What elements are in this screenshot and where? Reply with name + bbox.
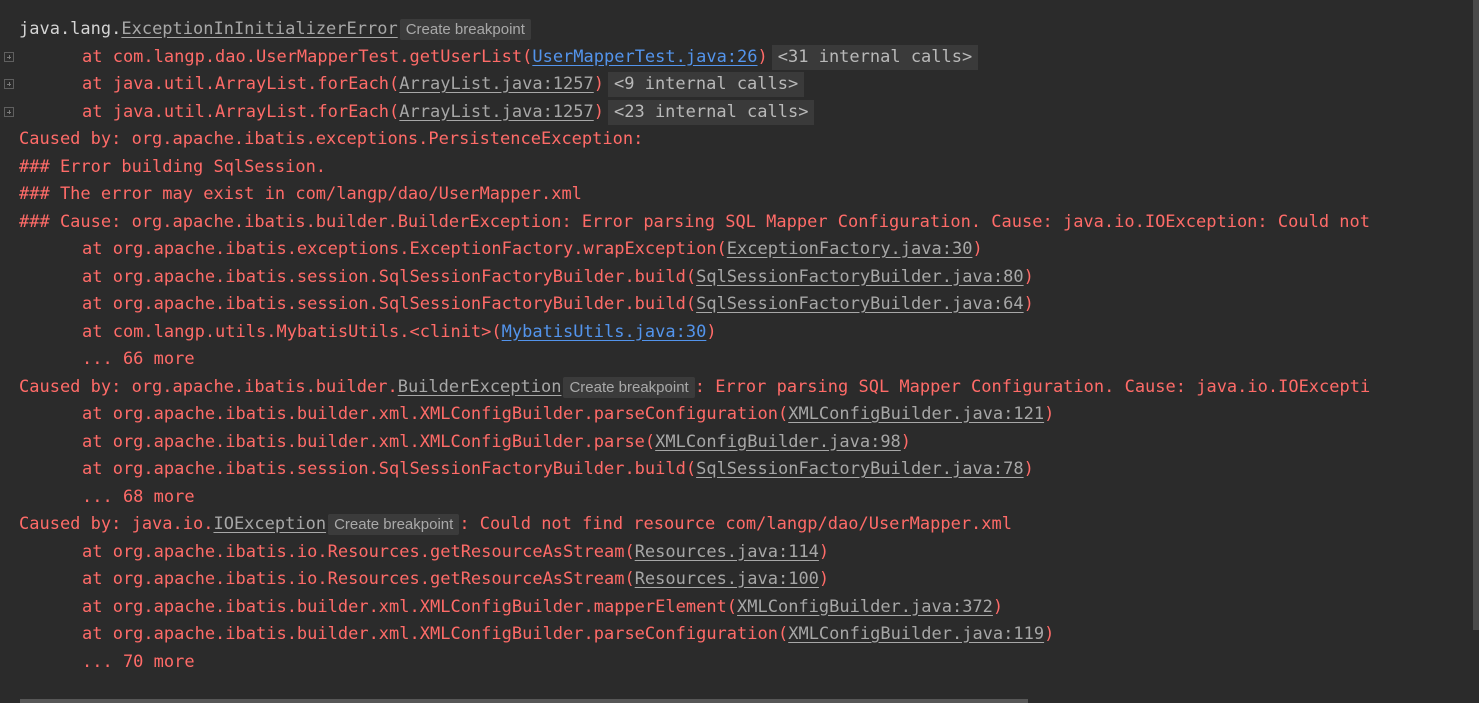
paren-close: ) bbox=[593, 101, 604, 122]
stack-frame-method: at org.apache.ibatis.exceptions.Exceptio… bbox=[82, 239, 727, 259]
internal-calls-fold[interactable]: <31 internal calls> bbox=[771, 44, 979, 70]
stack-frame-method: at org.apache.ibatis.session.SqlSessionF… bbox=[82, 266, 697, 287]
caused-by-prefix: Caused by: org.apache.ibatis.builder. bbox=[19, 376, 398, 397]
paren-close: ) bbox=[818, 541, 830, 562]
paren-close: ) bbox=[992, 596, 1004, 617]
caused-by-prefix: Caused by: java.io. bbox=[19, 514, 214, 534]
more-frames-line: ... 68 more bbox=[0, 484, 1473, 512]
source-link[interactable]: ArrayList.java:1257 bbox=[399, 74, 593, 94]
stack-frame-line: at java.util.ArrayList.forEach(ArrayList… bbox=[0, 99, 1473, 127]
stack-frame-method: at java.util.ArrayList.forEach( bbox=[82, 74, 400, 94]
stack-frame-method: at org.apache.ibatis.builder.xml.XMLConf… bbox=[82, 596, 738, 617]
internal-calls-fold[interactable]: <23 internal calls> bbox=[608, 99, 815, 125]
stack-frame-line: at org.apache.ibatis.exceptions.Exceptio… bbox=[0, 236, 1473, 264]
source-link[interactable]: XMLConfigBuilder.java:121 bbox=[788, 404, 1044, 424]
caused-by-line: Caused by: org.apache.ibatis.builder.Bui… bbox=[0, 374, 1473, 402]
source-link[interactable]: XMLConfigBuilder.java:119 bbox=[788, 624, 1044, 644]
caused-by-line: Caused by: org.apache.ibatis.exceptions.… bbox=[19, 129, 644, 149]
stack-frame-method: at java.util.ArrayList.forEach( bbox=[82, 101, 400, 122]
stack-frame-method: at org.apache.ibatis.builder.xml.XMLConf… bbox=[82, 431, 656, 452]
more-frames-line: ... 66 more bbox=[0, 346, 1473, 374]
paren-close: ) bbox=[818, 569, 830, 589]
stack-frame-method: at org.apache.ibatis.builder.xml.XMLConf… bbox=[82, 624, 789, 644]
stack-frame-method: at org.apache.ibatis.session.SqlSessionF… bbox=[82, 459, 697, 479]
source-link[interactable]: SqlSessionFactoryBuilder.java:78 bbox=[696, 459, 1024, 479]
vertical-scrollbar[interactable] bbox=[1473, 0, 1479, 630]
stack-frame-line: at org.apache.ibatis.builder.xml.XMLConf… bbox=[0, 429, 1473, 457]
caused-by-suffix: : Could not find resource com/langp/dao/… bbox=[459, 514, 1012, 534]
paren-close: ) bbox=[706, 321, 717, 342]
error-message-line: ### Error building SqlSession. bbox=[19, 156, 327, 177]
console-output: java.lang.ExceptionInInitializerError Cre… bbox=[0, 16, 1473, 686]
expand-icon[interactable] bbox=[4, 79, 14, 89]
source-link[interactable]: XMLConfigBuilder.java:372 bbox=[737, 597, 993, 617]
stack-frame-method: at org.apache.ibatis.session.SqlSessionF… bbox=[82, 294, 697, 314]
source-link[interactable]: ExceptionFactory.java:30 bbox=[727, 239, 973, 259]
stack-frame-line: at com.langp.dao.UserMapperTest.getUserL… bbox=[0, 44, 1473, 72]
stack-frame-line: at org.apache.ibatis.session.SqlSessionF… bbox=[0, 456, 1473, 484]
error-message-line: ### The error may exist in com/langp/dao… bbox=[19, 184, 582, 204]
exception-header-line: java.lang.ExceptionInInitializerError Cre… bbox=[0, 16, 1473, 44]
internal-calls-fold[interactable]: <9 internal calls> bbox=[608, 72, 805, 97]
more-frames-text: ... 70 more bbox=[82, 651, 195, 672]
expand-icon[interactable] bbox=[4, 51, 14, 62]
caused-by-suffix: : Error parsing SQL Mapper Configuration… bbox=[694, 376, 1371, 397]
source-link[interactable]: SqlSessionFactoryBuilder.java:80 bbox=[696, 267, 1024, 287]
exception-class-link[interactable]: BuilderException bbox=[398, 377, 562, 397]
stack-frame-line: at org.apache.ibatis.builder.xml.XMLConf… bbox=[0, 621, 1473, 649]
caused-by-line: Caused by: java.io.IOException Create bre… bbox=[0, 511, 1473, 539]
more-frames-text: ... 66 more bbox=[82, 349, 195, 369]
stack-frame-line: at org.apache.ibatis.io.Resources.getRes… bbox=[0, 539, 1473, 567]
stack-frame-line: at org.apache.ibatis.session.SqlSessionF… bbox=[0, 291, 1473, 319]
paren-close: ) bbox=[1044, 624, 1055, 644]
paren-close: ) bbox=[1023, 294, 1034, 314]
source-link[interactable]: XMLConfigBuilder.java:98 bbox=[655, 432, 901, 452]
exception-class-link[interactable]: IOException bbox=[213, 514, 326, 534]
stack-frame-method: at com.langp.utils.MybatisUtils.<clinit>… bbox=[82, 321, 502, 342]
source-link[interactable]: Resources.java:100 bbox=[635, 569, 819, 589]
paren-close: ) bbox=[1023, 266, 1034, 287]
create-breakpoint-button[interactable]: Create breakpoint bbox=[563, 376, 695, 398]
stack-frame-line: at com.langp.utils.MybatisUtils.<clinit>… bbox=[0, 319, 1473, 347]
paren-close: ) bbox=[900, 431, 912, 452]
more-frames-line: ... 70 more bbox=[0, 649, 1473, 677]
stack-frame-line: at java.util.ArrayList.forEach(ArrayList… bbox=[0, 71, 1473, 99]
paren-close: ) bbox=[1023, 459, 1034, 479]
stack-frame-line: at org.apache.ibatis.builder.xml.XMLConf… bbox=[0, 401, 1473, 429]
exception-package: java.lang. bbox=[19, 19, 122, 39]
stack-frame-method: at org.apache.ibatis.io.Resources.getRes… bbox=[82, 569, 635, 589]
source-link[interactable]: SqlSessionFactoryBuilder.java:64 bbox=[696, 294, 1024, 314]
error-message-line: ### Cause: org.apache.ibatis.builder.Bui… bbox=[19, 211, 1371, 232]
more-frames-text: ... 68 more bbox=[82, 486, 195, 507]
expand-icon[interactable] bbox=[4, 106, 14, 117]
exception-class-link[interactable]: ExceptionInInitializerError bbox=[121, 19, 397, 39]
paren-close: ) bbox=[593, 74, 604, 94]
source-link[interactable]: UserMapperTest.java:26 bbox=[532, 47, 757, 67]
stack-frame-line: at org.apache.ibatis.session.SqlSessionF… bbox=[0, 264, 1473, 292]
paren-close: ) bbox=[1044, 404, 1055, 424]
create-breakpoint-button[interactable]: Create breakpoint bbox=[328, 514, 460, 535]
stack-frame-method: at org.apache.ibatis.io.Resources.getRes… bbox=[82, 541, 635, 562]
stack-frame-method: at com.langp.dao.UserMapperTest.getUserL… bbox=[82, 46, 533, 67]
source-link[interactable]: Resources.java:114 bbox=[635, 542, 819, 562]
paren-close: ) bbox=[972, 239, 983, 259]
stack-frame-line: at org.apache.ibatis.io.Resources.getRes… bbox=[0, 566, 1473, 594]
create-breakpoint-button[interactable]: Create breakpoint bbox=[399, 19, 531, 40]
source-link[interactable]: ArrayList.java:1257 bbox=[399, 102, 593, 122]
stack-frame-line: at org.apache.ibatis.builder.xml.XMLConf… bbox=[0, 594, 1473, 622]
paren-close: ) bbox=[757, 46, 768, 67]
stack-frame-method: at org.apache.ibatis.builder.xml.XMLConf… bbox=[82, 404, 789, 424]
source-link[interactable]: MybatisUtils.java:30 bbox=[502, 322, 707, 342]
horizontal-scrollbar[interactable] bbox=[20, 699, 1028, 703]
